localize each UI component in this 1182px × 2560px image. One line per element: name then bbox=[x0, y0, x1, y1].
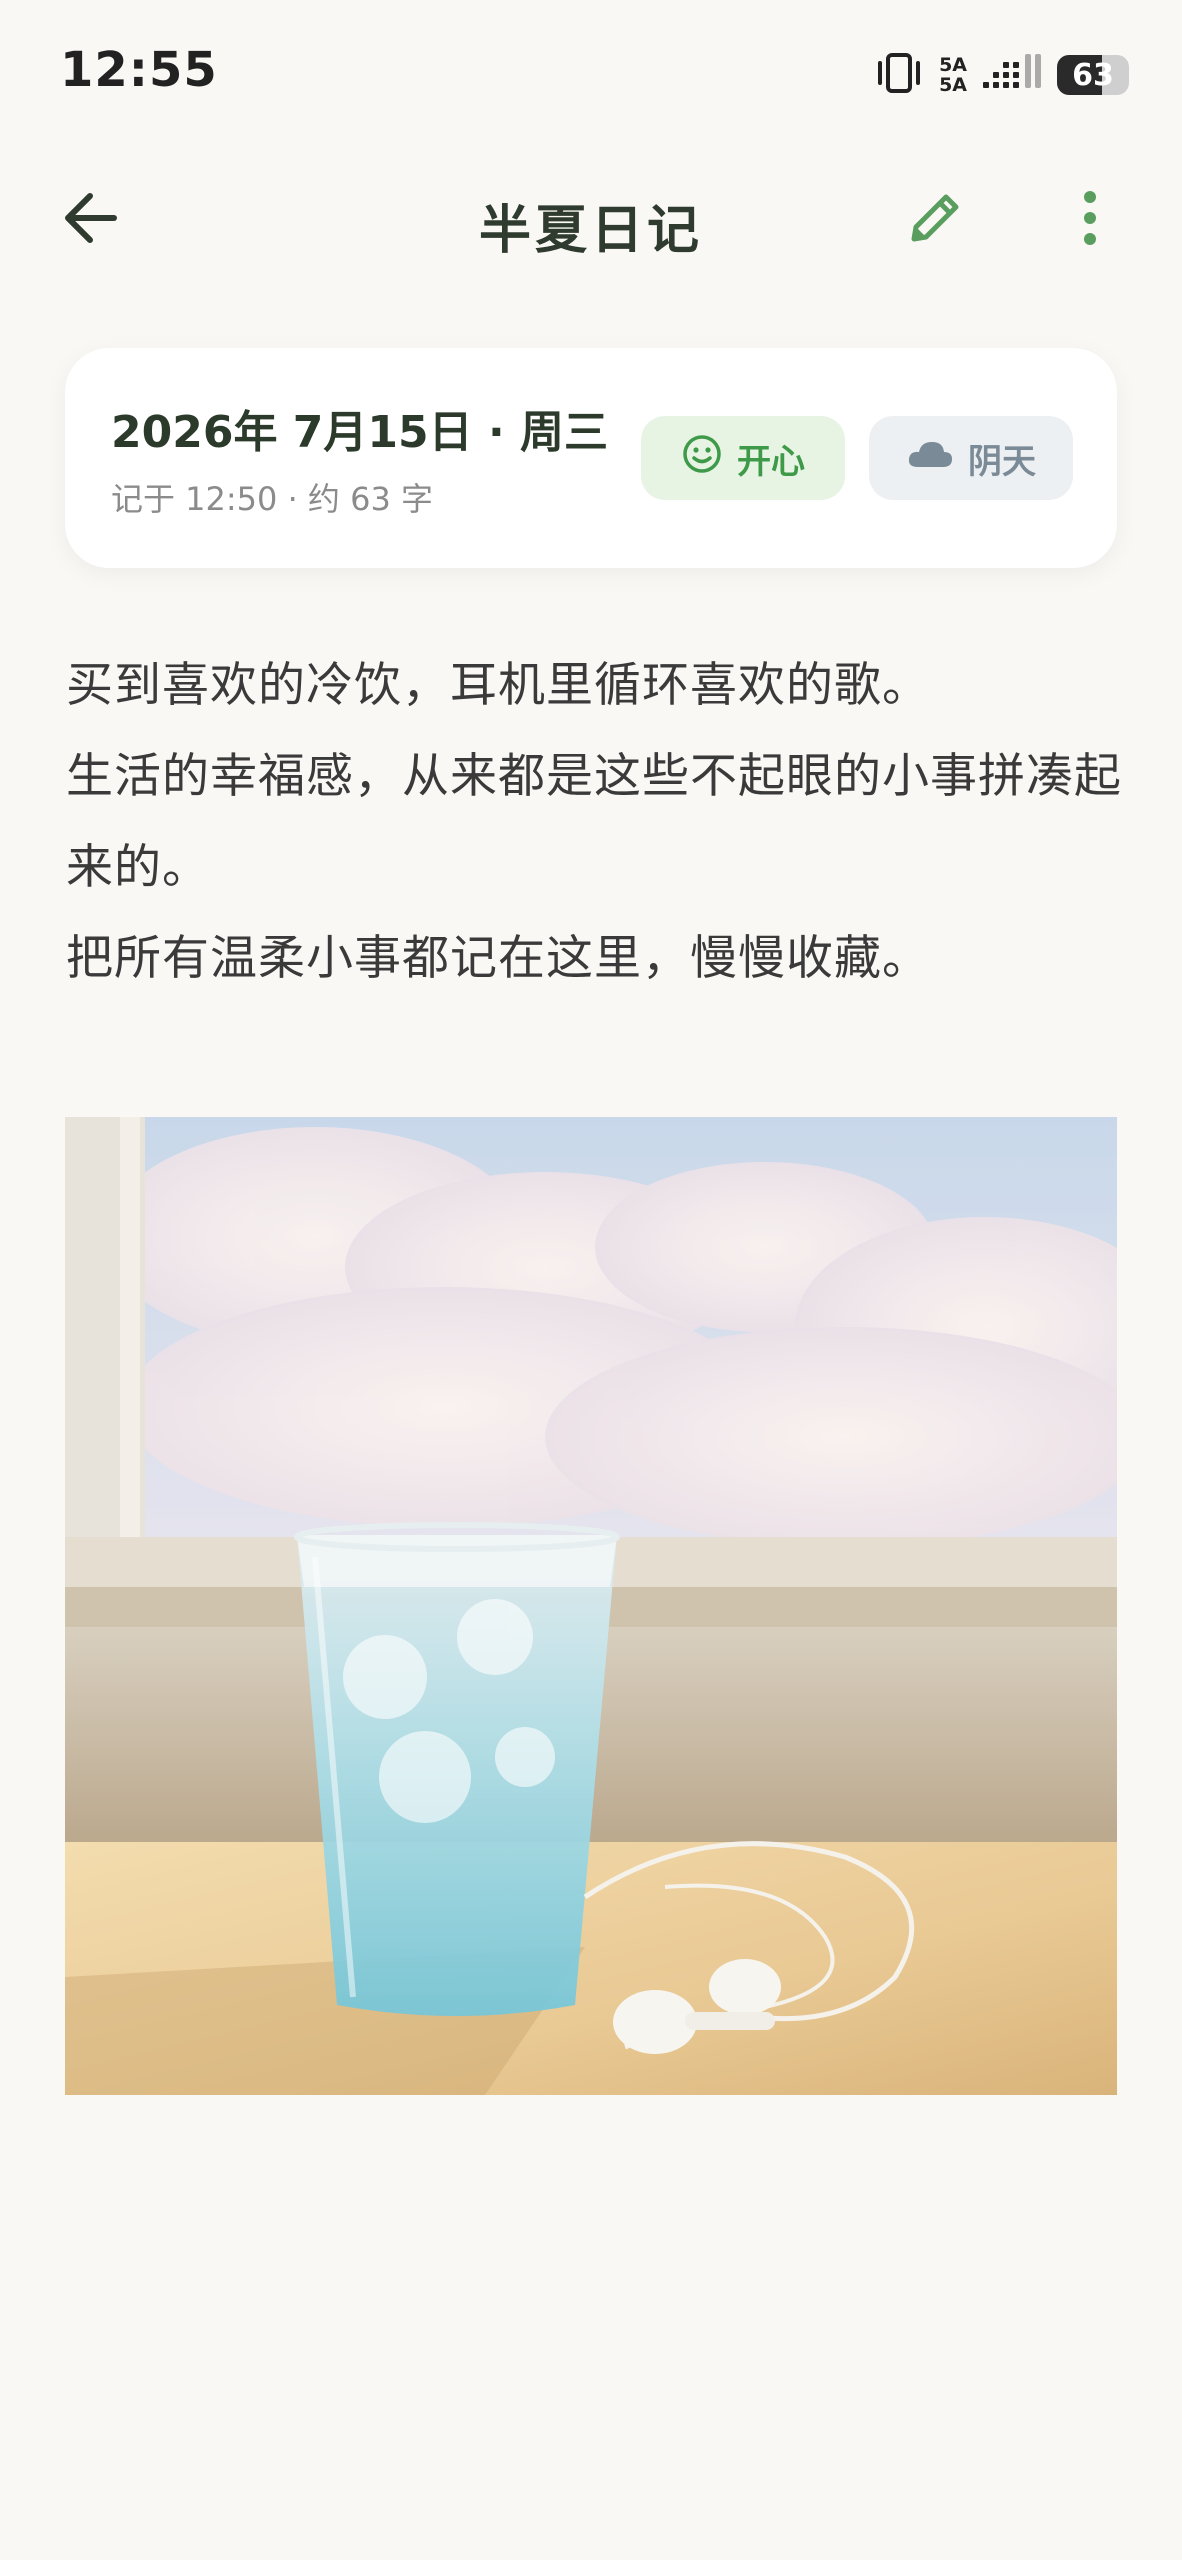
battery-body: 63 bbox=[1057, 55, 1129, 95]
mood-label: 开心 bbox=[737, 441, 805, 482]
smile-icon bbox=[681, 433, 723, 484]
network-label-bottom: 5A bbox=[939, 74, 967, 96]
weather-chip[interactable]: 阴天 bbox=[869, 416, 1073, 500]
entry-date: 2026年 7月15日 · 周三 bbox=[111, 407, 608, 458]
photo-illustration bbox=[65, 1117, 1117, 2095]
edit-button[interactable] bbox=[895, 184, 975, 256]
pencil-icon bbox=[904, 187, 966, 253]
entry-line: 生活的幸福感，从来都是这些不起眼的小事拼凑起来的。 bbox=[66, 749, 1122, 895]
status-icons: 5A 5A 63 bbox=[873, 50, 1129, 100]
network-label-top: 5A bbox=[939, 54, 967, 76]
page-title: 半夏日记 bbox=[478, 201, 703, 261]
mood-chip[interactable]: 开心 bbox=[641, 416, 845, 500]
more-button[interactable] bbox=[1050, 184, 1130, 256]
entry-photo[interactable] bbox=[65, 1117, 1117, 2095]
battery-icon: 63 bbox=[1057, 55, 1129, 95]
network-label: 5A 5A bbox=[939, 55, 967, 95]
signal-icon bbox=[981, 52, 1043, 98]
status-time: 12:55 bbox=[60, 42, 218, 98]
entry-line: 把所有温柔小事都记在这里，慢慢收藏。 bbox=[66, 931, 930, 986]
entry-subtitle: 记于 12:50 · 约 63 字 bbox=[111, 480, 433, 518]
entry-meta-card: 2026年 7月15日 · 周三 记于 12:50 · 约 63 字 开心 阴天 bbox=[65, 348, 1117, 568]
battery-text: 63 bbox=[1072, 57, 1114, 93]
entry-body: 买到喜欢的冷饮，耳机里循环喜欢的歌。 生活的幸福感，从来都是这些不起眼的小事拼凑… bbox=[66, 640, 1126, 1004]
status-bar: 12:55 5A 5A 63 bbox=[0, 0, 1182, 150]
entry-line: 买到喜欢的冷饮，耳机里循环喜欢的歌。 bbox=[66, 658, 930, 713]
app-bar: 半夏日记 bbox=[0, 160, 1182, 280]
weather-label: 阴天 bbox=[968, 441, 1036, 482]
vibrate-icon bbox=[873, 51, 925, 99]
more-vert-icon bbox=[1080, 189, 1100, 251]
cloud-icon bbox=[906, 437, 954, 480]
